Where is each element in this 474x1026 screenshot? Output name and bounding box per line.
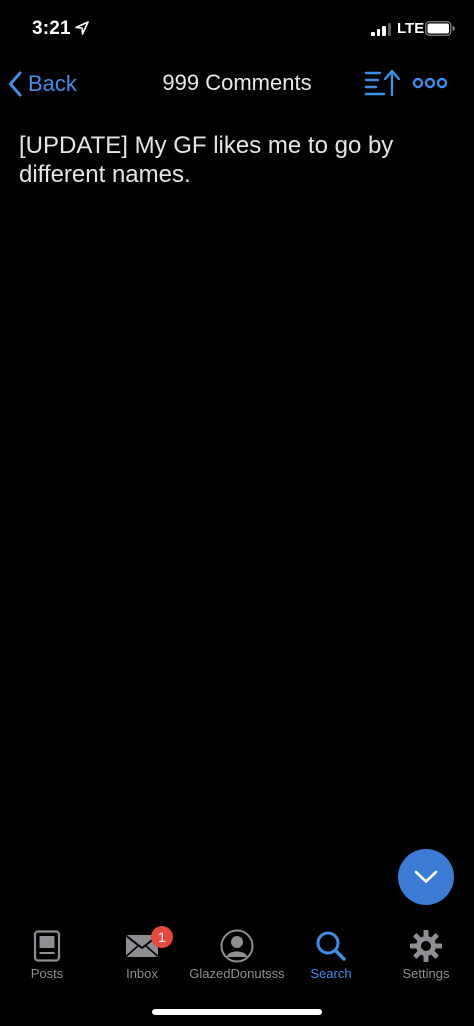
home-indicator[interactable] <box>152 1009 322 1015</box>
chevron-left-icon <box>9 71 22 97</box>
tab-settings[interactable]: Settings <box>379 922 473 988</box>
battery-icon <box>425 21 455 36</box>
status-bar: 3:21 LTE <box>0 0 474 56</box>
navigation-bar: Back 999 Comments <box>0 58 474 110</box>
signal-icon <box>371 22 393 36</box>
status-time: 3:21 <box>32 18 71 39</box>
tab-search[interactable]: Search <box>284 922 378 988</box>
back-button[interactable]: Back <box>8 66 77 102</box>
tab-inbox[interactable]: 1 Inbox <box>95 922 189 988</box>
back-label: Back <box>28 71 77 96</box>
post-title: [UPDATE] My GF likes me to go by differe… <box>19 132 394 188</box>
tab-posts[interactable]: Posts <box>0 922 94 988</box>
network-type: LTE <box>397 20 425 37</box>
chevron-down-icon <box>414 870 438 883</box>
tab-profile[interactable]: GlazedDonutsss <box>189 922 285 988</box>
tab-label: Settings <box>402 966 450 981</box>
posts-icon <box>33 930 61 962</box>
inbox-badge: 1 <box>151 926 173 948</box>
gear-icon <box>410 930 442 962</box>
location-arrow-icon <box>75 21 89 35</box>
tab-bar: Posts 1 Inbox GlazedDonutsss Search Sett… <box>0 922 474 992</box>
scroll-down-button[interactable] <box>398 849 454 905</box>
user-icon <box>220 929 254 963</box>
sort-icon[interactable] <box>362 67 404 101</box>
more-icon[interactable] <box>410 71 450 95</box>
search-icon <box>316 931 346 961</box>
